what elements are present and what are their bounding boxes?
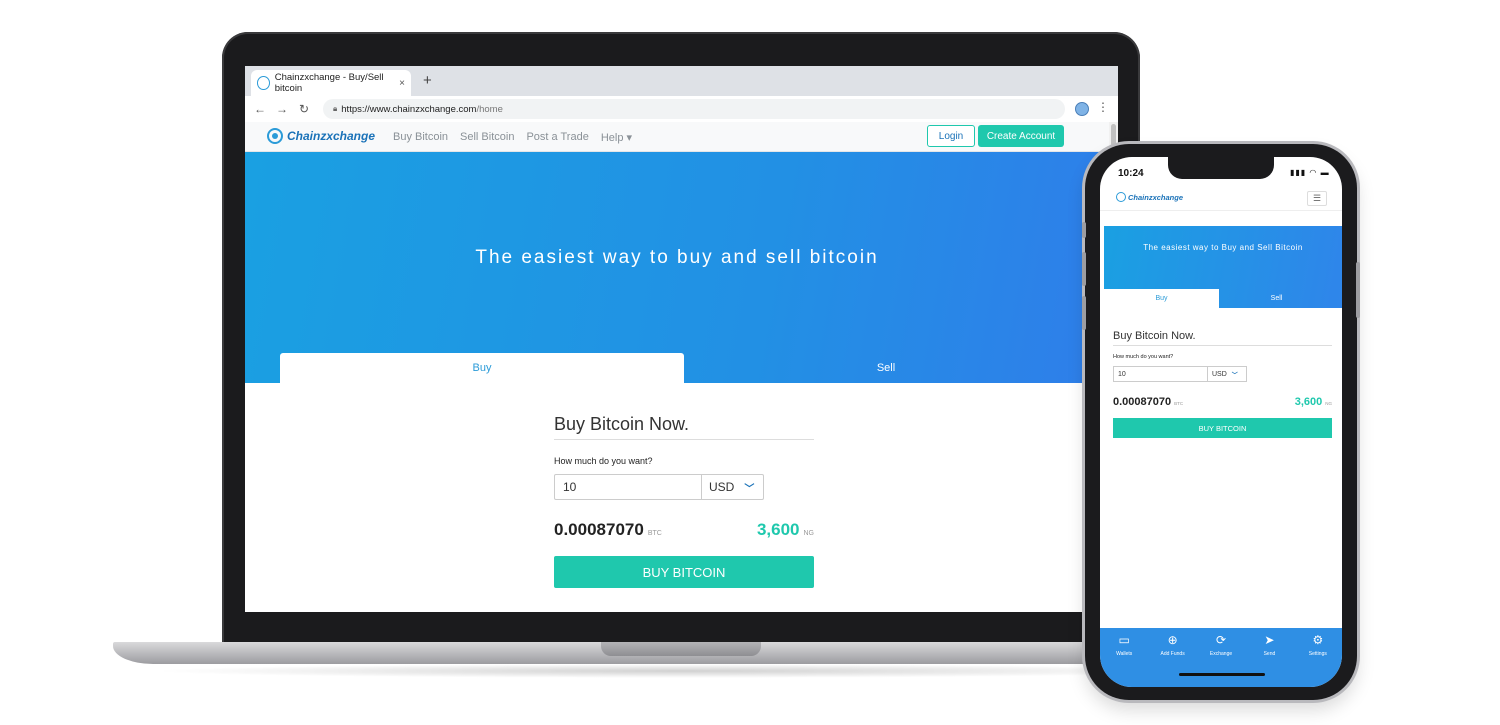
tabbar-item-add-funds[interactable]: ⊕ Add Funds <box>1148 633 1196 687</box>
logo-text: Chainzxchange <box>287 129 376 143</box>
phone-buy-bitcoin-button[interactable]: BUY BITCOIN <box>1113 418 1332 438</box>
browser-menu-icon[interactable]: ⋮ <box>1097 100 1109 114</box>
tab-sell[interactable]: Sell <box>684 353 1088 383</box>
nav-buy-bitcoin[interactable]: Buy Bitcoin <box>393 131 448 144</box>
nav-sell-bitcoin[interactable]: Sell Bitcoin <box>460 131 514 144</box>
chevron-down-icon: ﹀ <box>744 483 755 495</box>
site-nav-links: Buy Bitcoin Sell Bitcoin Post a Trade He… <box>393 131 632 144</box>
send-icon: ➤ <box>1264 633 1275 647</box>
phone-amount-label: How much do you want? <box>1113 354 1174 360</box>
nav-post-trade[interactable]: Post a Trade <box>526 131 588 144</box>
phone-hero-title: The easiest way to Buy and Sell Bitcoin <box>1143 243 1303 252</box>
phone-tab-bar: ▭ Wallets ⊕ Add Funds ⟳ Exchange ➤ Send … <box>1100 628 1342 687</box>
new-tab-button[interactable]: + <box>423 72 432 89</box>
gear-icon: ⚙ <box>1312 633 1324 647</box>
phone-power-button <box>1356 262 1360 318</box>
ngn-unit: NG <box>803 530 815 537</box>
lock-icon: 🔒︎ <box>333 104 338 113</box>
currency-select[interactable]: USD ﹀ <box>702 474 764 500</box>
forward-icon[interactable]: → <box>271 102 293 116</box>
back-icon[interactable]: ← <box>249 102 271 116</box>
tabbar-item-send[interactable]: ➤ Send <box>1245 633 1293 687</box>
tab-buy[interactable]: Buy <box>280 353 684 383</box>
nav-help-dropdown[interactable]: Help ▾ <box>601 131 632 144</box>
scrollbar-thumb[interactable] <box>1111 124 1116 146</box>
btc-amount: 0.00087070 <box>554 520 644 539</box>
logo-mark-icon <box>1116 192 1126 202</box>
profile-avatar-icon[interactable] <box>1075 102 1089 116</box>
browser-tab[interactable]: Chainzxchange - Buy/Sell bitcoin × <box>251 70 411 96</box>
reload-icon[interactable]: ↻ <box>293 102 315 116</box>
tabbar-label: Wallets <box>1116 651 1133 657</box>
phone-buy-form-heading: Buy Bitcoin Now. <box>1113 330 1332 346</box>
site-logo[interactable]: Chainzxchange <box>267 128 375 144</box>
laptop-shadow <box>150 664 1215 678</box>
phone-btc-amount: 0.00087070 <box>1113 396 1172 408</box>
status-icons: ▮▮▮ ◠ ▬ <box>1290 168 1330 177</box>
url-host: https://www.chainzxchange.com <box>341 103 477 115</box>
tabbar-item-wallets[interactable]: ▭ Wallets <box>1100 633 1148 687</box>
phone-screen: 10:24 ▮▮▮ ◠ ▬ Chainzxchange ☰ The easies… <box>1100 157 1342 687</box>
phone-buy-form: Buy Bitcoin Now. How much do you want? 1… <box>1113 330 1332 438</box>
buy-bitcoin-button[interactable]: BUY BITCOIN <box>554 556 814 588</box>
site-navbar: Chainzxchange Buy Bitcoin Sell Bitcoin P… <box>245 122 1118 152</box>
browser-tab-title: Chainzxchange - Buy/Sell bitcoin <box>274 72 384 94</box>
logo-mark-icon <box>267 128 283 144</box>
phone-volume-up <box>1082 252 1086 286</box>
amount-label: How much do you want? <box>554 456 653 466</box>
login-button[interactable]: Login <box>927 125 975 147</box>
close-tab-icon[interactable]: × <box>399 78 405 89</box>
phone-amount-input[interactable]: 10 <box>1113 366 1208 382</box>
phone-btc-unit: BTC <box>1174 401 1184 406</box>
tabbar-item-exchange[interactable]: ⟳ Exchange <box>1197 633 1245 687</box>
phone-conversion-values: 0.00087070 BTC 3,600 NG <box>1113 396 1332 408</box>
tabbar-item-settings[interactable]: ⚙ Settings <box>1294 633 1342 687</box>
mockup-stage: Chainzxchange - Buy/Sell bitcoin × + ← →… <box>0 0 1500 725</box>
chevron-down-icon: ﹀ <box>1231 372 1238 379</box>
currency-value: USD <box>709 480 735 494</box>
amount-row: 10 USD ﹀ <box>554 474 814 500</box>
hero-title: The easiest way to buy and sell bitcoin <box>475 247 879 268</box>
phone-ngn-amount: 3,600 <box>1294 396 1323 408</box>
plus-circle-icon: ⊕ <box>1167 633 1178 647</box>
status-time: 10:24 <box>1118 168 1144 179</box>
buy-form: Buy Bitcoin Now. How much do you want? 1… <box>554 414 814 588</box>
phone-navbar: Chainzxchange ☰ <box>1100 185 1342 211</box>
btc-unit: BTC <box>647 530 662 537</box>
amount-input[interactable]: 10 <box>554 474 702 500</box>
tabbar-label: Exchange <box>1209 651 1233 657</box>
phone-ngn-unit: NG <box>1325 401 1332 406</box>
laptop-screen: Chainzxchange - Buy/Sell bitcoin × + ← →… <box>245 66 1118 612</box>
phone-notch <box>1168 157 1274 179</box>
create-account-button[interactable]: Create Account <box>978 125 1064 147</box>
favicon-icon <box>257 76 270 90</box>
phone-tab-sell[interactable]: Sell <box>1219 289 1334 308</box>
url-path: /home <box>476 103 503 115</box>
phone-currency-value: USD <box>1212 370 1227 378</box>
buy-form-heading: Buy Bitcoin Now. <box>554 414 814 440</box>
address-bar[interactable]: 🔒︎ https://www.chainzxchange.com /home <box>323 99 1065 119</box>
phone-amount-row: 10 USD ﹀ <box>1113 366 1332 382</box>
laptop-hinge-notch <box>601 642 761 656</box>
tabbar-label: Settings <box>1308 651 1327 657</box>
browser-toolbar: ← → ↻ 🔒︎ https://www.chainzxchange.com /… <box>245 96 1118 122</box>
phone-side-button <box>1082 222 1086 238</box>
browser-tabstrip: Chainzxchange - Buy/Sell bitcoin × + <box>245 66 1118 96</box>
tabbar-label: Send <box>1263 651 1276 657</box>
phone-volume-down <box>1082 296 1086 330</box>
wallet-icon: ▭ <box>1118 633 1130 647</box>
hamburger-menu-icon[interactable]: ☰ <box>1307 191 1327 206</box>
tabbar-label: Add Funds <box>1160 651 1185 657</box>
conversion-values: 0.00087070 BTC 3,600 NG <box>554 520 814 540</box>
phone-logo[interactable]: Chainzxchange <box>1116 192 1183 202</box>
exchange-icon: ⟳ <box>1215 633 1227 647</box>
hero-banner: The easiest way to buy and sell bitcoin … <box>245 152 1109 383</box>
phone-logo-text: Chainzxchange <box>1128 192 1184 202</box>
phone-tab-buy[interactable]: Buy <box>1104 289 1219 308</box>
ngn-amount: 3,600 <box>756 520 800 539</box>
home-indicator <box>1179 673 1265 676</box>
phone-currency-select[interactable]: USD ﹀ <box>1208 366 1247 382</box>
